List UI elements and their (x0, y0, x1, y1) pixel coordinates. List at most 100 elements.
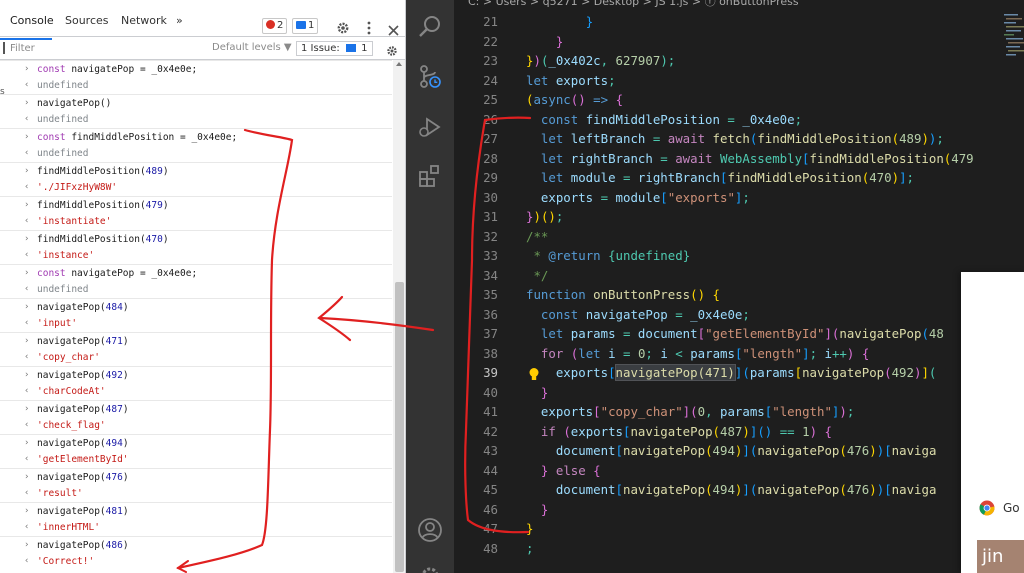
minimap[interactable] (1004, 12, 1024, 82)
scroll-thumb[interactable] (395, 282, 404, 572)
console-input-row[interactable]: › const findMiddlePosition = _0x4e0e; (0, 128, 392, 145)
code-line[interactable]: 40 } (454, 383, 1024, 403)
line-number: 23 (483, 53, 498, 68)
console-output-row[interactable]: ‹ 'result' (0, 485, 392, 502)
code-line[interactable]: 37 let params = document["getElementById… (454, 324, 1024, 344)
code-token: module (570, 170, 616, 185)
input-prompt-icon: › (24, 438, 30, 448)
console-output-row[interactable]: ‹ './JIFxzHyW8W' (0, 179, 392, 196)
console-output-row[interactable]: ‹ 'input' (0, 315, 392, 332)
console-input-row[interactable]: › navigatePop(471) (0, 332, 392, 349)
code-line[interactable]: 26 const findMiddlePosition = _0x4e0e; (454, 110, 1024, 130)
console-input-row[interactable]: › const navigatePop = _0x4e0e; (0, 264, 392, 281)
code-line[interactable]: 46 } (454, 500, 1024, 520)
code-line[interactable]: 29 let module = rightBranch[findMiddlePo… (454, 168, 1024, 188)
code-token: [ (794, 365, 803, 380)
code-token: ( (839, 482, 847, 497)
code-line[interactable]: 47} (454, 519, 1024, 539)
default-levels-dropdown[interactable]: Default levels ▼ (212, 42, 292, 53)
console-input-row[interactable]: › navigatePop(492) (0, 366, 392, 383)
console-input-row[interactable]: › navigatePop(494) (0, 434, 392, 451)
close-devtools-icon[interactable] (388, 21, 399, 36)
code-token: } (682, 248, 691, 263)
code-line[interactable]: 32 /** (454, 227, 1024, 247)
console-input-row[interactable]: › navigatePop(486) (0, 536, 392, 553)
code-line[interactable]: 34 */ (454, 266, 1024, 286)
code-token: ) (742, 423, 750, 439)
account-icon[interactable] (417, 517, 443, 543)
manage-gear-icon[interactable] (417, 563, 443, 573)
console-output-row[interactable]: ‹ 'getElementById' (0, 451, 392, 468)
code-editor[interactable]: 21 } 22 } 23})(_0x402c, 627907); 24 let expo… (454, 12, 1024, 573)
code-line[interactable]: 33 * @return {undefined} (454, 246, 1024, 266)
console-output-row[interactable]: ‹ 'instance' (0, 247, 392, 264)
code-line[interactable]: 28 let rightBranch = await WebAssembly[f… (454, 149, 1024, 169)
code-line[interactable]: 41 exports["copy_char"](0, params["lengt… (454, 402, 1024, 422)
console-input-row[interactable]: › navigatePop() (0, 94, 392, 111)
extensions-icon[interactable] (417, 163, 443, 189)
search-icon[interactable] (417, 14, 443, 40)
code-line[interactable]: 48; (454, 539, 1024, 559)
console-input-row[interactable]: › findMiddlePosition(479) (0, 196, 392, 213)
popup-thumbnail[interactable]: jin (977, 540, 1024, 573)
code-line[interactable]: 23})(_0x402c, 627907); (454, 51, 1024, 71)
settings-gear-icon[interactable] (336, 20, 350, 34)
source-control-icon[interactable] (417, 64, 443, 90)
console-output-row[interactable]: ‹ 'check_flag' (0, 417, 392, 434)
code-line[interactable]: 25 (async() => { (454, 90, 1024, 110)
console-input-row[interactable]: › navigatePop(484) (0, 298, 392, 315)
code-line[interactable]: 31})(); (454, 207, 1024, 227)
code-line[interactable]: 27 let leftBranch = await fetch (findMidd… (454, 129, 1024, 149)
console-output-row[interactable]: ‹ 'charCodeAt' (0, 383, 392, 400)
sidebar-handle-icon[interactable] (3, 42, 5, 54)
code-token: /** (526, 228, 549, 244)
console-output-row[interactable]: ‹ undefined (0, 111, 392, 128)
output-result-icon: ‹ (24, 250, 30, 260)
code-token: 492 (891, 365, 914, 380)
console-input-row[interactable]: › findMiddlePosition(489) (0, 162, 392, 179)
console-output-row[interactable]: ‹ undefined (0, 77, 392, 94)
console-output-row[interactable]: ‹ 'innerHTML' (0, 519, 392, 536)
breadcrumb[interactable]: C: > Users > q5271 > Desktop > JS 1.js >… (468, 0, 799, 9)
console-output-row[interactable]: ‹ 'copy_char' (0, 349, 392, 366)
code-line[interactable]: 21 } (454, 12, 1024, 32)
issues-button[interactable]: 1 Issue: 1 (296, 41, 373, 56)
scroll-up-icon[interactable] (396, 62, 402, 66)
code-line[interactable]: 35 function onButtonPress() { (454, 285, 1024, 305)
console-output-row[interactable]: ‹ 'Correct!' (0, 553, 392, 570)
code-line[interactable]: 36 const navigatePop = _0x4e0e; (454, 305, 1024, 325)
console-input-row[interactable]: › navigatePop(481) (0, 502, 392, 519)
console-input-row[interactable]: › findMiddlePosition(470) (0, 230, 392, 247)
more-tabs-button[interactable]: » (176, 14, 183, 27)
code-line[interactable]: 42 if (exports[navigatePop(487)]() == 1)… (454, 422, 1024, 442)
console-output-row[interactable]: ‹ undefined (0, 145, 392, 162)
tab-console[interactable]: Console (10, 14, 54, 27)
console-settings-gear-icon[interactable] (386, 42, 398, 56)
console-output-row[interactable]: ‹ 'instantiate' (0, 213, 392, 230)
code-token: } (540, 501, 549, 517)
popup-label[interactable]: Go (1003, 501, 1020, 515)
run-debug-icon[interactable] (417, 114, 443, 140)
code-line[interactable]: 30 exports = module["exports"]; (454, 188, 1024, 208)
filter-input[interactable] (10, 40, 210, 56)
console-output-row[interactable]: ‹ undefined (0, 281, 392, 298)
error-count-badge[interactable]: 2 (262, 18, 288, 34)
code-line[interactable]: 24 let exports; (454, 71, 1024, 91)
code-line[interactable]: 44 } else { (454, 461, 1024, 481)
code-line[interactable]: 22 } (454, 32, 1024, 52)
more-options-icon[interactable] (367, 20, 371, 35)
console-input-row[interactable]: › navigatePop(487) (0, 400, 392, 417)
console-input-row[interactable]: › navigatePop(476) (0, 468, 392, 485)
message-count-badge[interactable]: 1 (292, 18, 319, 34)
code-token: , (705, 404, 720, 419)
lightbulb-icon[interactable] (528, 366, 540, 380)
code-line[interactable]: 43 document[navigatePop(494)](navigatePo… (454, 441, 1024, 461)
code-line[interactable]: 38 for (let i = 0; i < params["length"];… (454, 344, 1024, 364)
tab-sources[interactable]: Sources (65, 14, 109, 27)
code-token: () (540, 209, 556, 224)
console-scrollbar[interactable] (393, 60, 405, 573)
tab-network[interactable]: Network (121, 14, 167, 27)
console-input-row[interactable]: › const navigatePop = _0x4e0e; (0, 60, 392, 77)
code-line[interactable]: 45 document[navigatePop(494)](navigatePo… (454, 480, 1024, 500)
